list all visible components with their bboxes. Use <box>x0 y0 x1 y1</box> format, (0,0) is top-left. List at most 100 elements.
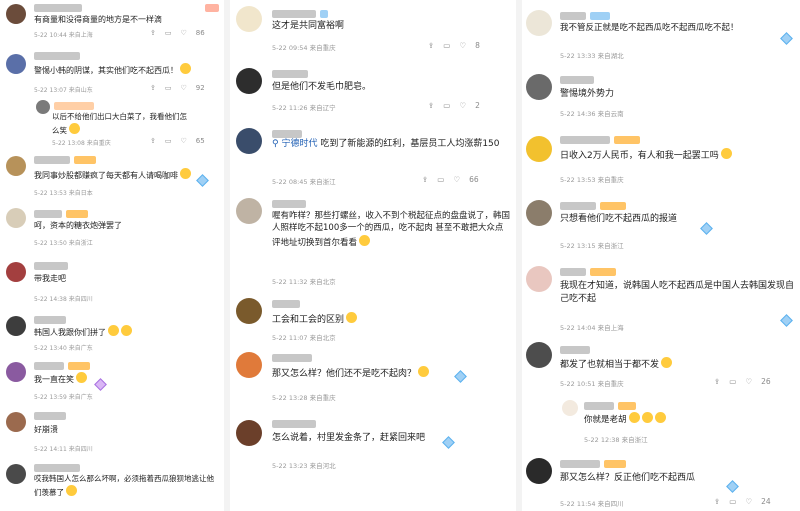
user-avatar[interactable] <box>526 266 552 292</box>
comment-column-2: 这才是共同富裕啊 5-22 09:54 来自重庆 ⇪ ▭ ♡ 8 但是他们不发毛巾肥皂… <box>232 0 516 511</box>
comment-icon[interactable]: ▭ <box>165 29 172 37</box>
user-avatar[interactable] <box>236 420 262 446</box>
username[interactable] <box>272 200 306 208</box>
username[interactable] <box>560 460 600 468</box>
username[interactable] <box>272 300 300 308</box>
username[interactable] <box>34 262 68 270</box>
username[interactable] <box>272 70 308 78</box>
username[interactable] <box>560 76 594 84</box>
comment-meta: 5-22 13:59 来自广东 <box>34 394 93 401</box>
comment-meta: 5-22 13:23 来自河北 <box>272 462 336 470</box>
user-badge <box>618 402 636 410</box>
reply-icon[interactable]: ⇪ <box>150 137 156 145</box>
like-icon[interactable]: ♡ <box>745 377 752 386</box>
user-avatar[interactable] <box>526 74 552 100</box>
username[interactable] <box>272 420 316 428</box>
username[interactable] <box>272 10 316 18</box>
username[interactable] <box>34 316 66 324</box>
reply-icon[interactable]: ⇪ <box>714 497 720 506</box>
user-avatar[interactable] <box>526 10 552 36</box>
like-icon[interactable]: ♡ <box>745 497 752 506</box>
author-badge: 作者 <box>205 4 219 12</box>
comment-icon[interactable]: ▭ <box>729 377 736 386</box>
username[interactable] <box>272 130 302 138</box>
comment-item: 好崩溃 5-22 14:11 来自四川 <box>0 408 224 454</box>
username[interactable] <box>34 464 80 472</box>
user-avatar[interactable] <box>236 298 262 324</box>
comment-text: 以后不给他们出口大白菜了，我看他们怎么笑 <box>52 112 187 135</box>
like-icon[interactable]: ♡ <box>459 101 466 110</box>
like-icon[interactable]: ♡ <box>181 29 187 37</box>
reply-icon[interactable]: ⇪ <box>150 84 156 92</box>
comment-actions: ⇪ ▭ ♡ 26 <box>714 377 771 386</box>
user-avatar[interactable] <box>6 362 26 382</box>
comment-actions: ⇪ ▭ ♡ 66 <box>422 175 479 184</box>
comment-icon[interactable]: ▭ <box>165 84 172 92</box>
username[interactable] <box>560 136 610 144</box>
reply-icon[interactable]: ⇪ <box>150 29 156 37</box>
comment-item: 都发了也就相当于都不发 5-22 10:51 来自重庆 ⇪ ▭ ♡ 26 <box>522 340 800 394</box>
user-avatar[interactable] <box>6 262 26 282</box>
comment-icon[interactable]: ▭ <box>437 175 444 184</box>
username[interactable] <box>34 210 62 218</box>
username[interactable] <box>560 12 586 20</box>
username[interactable] <box>560 346 590 354</box>
user-avatar[interactable] <box>236 352 262 378</box>
username[interactable] <box>34 4 82 12</box>
user-avatar[interactable] <box>236 198 262 224</box>
like-icon[interactable]: ♡ <box>459 41 466 50</box>
comment-meta: 5-22 11:26 来自辽宁 <box>272 104 336 112</box>
comment-actions: ⇪ ▭ ♡ 65 <box>150 137 205 145</box>
user-avatar[interactable] <box>526 200 552 226</box>
user-avatar[interactable] <box>526 342 552 368</box>
user-avatar[interactable] <box>6 156 26 176</box>
user-avatar[interactable] <box>562 400 578 416</box>
username[interactable] <box>584 402 614 410</box>
comment-text: 工会和工会的区别 <box>272 312 358 327</box>
comment-icon[interactable]: ▭ <box>443 101 450 110</box>
user-avatar[interactable] <box>6 208 26 228</box>
comment-icon[interactable]: ▭ <box>443 41 450 50</box>
user-avatar[interactable] <box>526 136 552 162</box>
reply-icon[interactable]: ⇪ <box>714 377 720 386</box>
comment-text: 有商量和没得商量的地方是不一样滴 <box>34 15 162 24</box>
username[interactable] <box>34 52 80 60</box>
username[interactable] <box>560 202 596 210</box>
comment-item: 警惕小韩的阴谋，其实他们吃不起西瓜！ 5-22 13:07 来自山东 ⇪ ▭ ♡ 92 <box>0 48 224 94</box>
diamond-icon <box>454 370 467 383</box>
username[interactable] <box>34 156 70 164</box>
comment-text: 我一直在笑 <box>34 372 87 386</box>
emoji-icon <box>654 412 666 423</box>
comment-icon[interactable]: ▭ <box>729 497 736 506</box>
comment-text: 怎么说着，村里发金条了，赶紧回来吧 <box>272 433 426 443</box>
reply-icon[interactable]: ⇪ <box>428 101 434 110</box>
comment-meta: 5-22 14:04 来自上海 <box>560 324 624 332</box>
user-badge <box>320 10 328 18</box>
username[interactable] <box>54 102 94 110</box>
reply-icon[interactable]: ⇪ <box>422 175 428 184</box>
like-icon[interactable]: ♡ <box>181 137 187 145</box>
like-icon[interactable]: ♡ <box>181 84 187 92</box>
user-avatar[interactable] <box>236 128 262 154</box>
comment-text: 警惕境外势力 <box>560 89 615 99</box>
reply-icon[interactable]: ⇪ <box>428 41 434 50</box>
username[interactable] <box>272 354 312 362</box>
username[interactable] <box>560 268 586 276</box>
user-avatar[interactable] <box>6 54 26 74</box>
username[interactable] <box>34 412 66 420</box>
user-avatar[interactable] <box>6 464 26 484</box>
comment-icon[interactable]: ▭ <box>165 137 172 145</box>
topic-link[interactable]: ⚲ 宁德时代 <box>272 139 317 149</box>
comment-text: 这才是共同富裕啊 <box>272 21 345 31</box>
user-avatar[interactable] <box>236 68 262 94</box>
user-avatar[interactable] <box>6 4 26 24</box>
comment-meta: 5-22 13:53 来自日本 <box>34 190 93 197</box>
like-icon[interactable]: ♡ <box>453 175 460 184</box>
user-avatar[interactable] <box>6 316 26 336</box>
user-avatar[interactable] <box>526 458 552 484</box>
user-avatar[interactable] <box>236 6 262 32</box>
comment-text: 只想看他们吃不起西瓜的报道 <box>560 214 678 224</box>
user-avatar[interactable] <box>36 100 50 114</box>
user-avatar[interactable] <box>6 412 26 432</box>
username[interactable] <box>34 362 64 370</box>
